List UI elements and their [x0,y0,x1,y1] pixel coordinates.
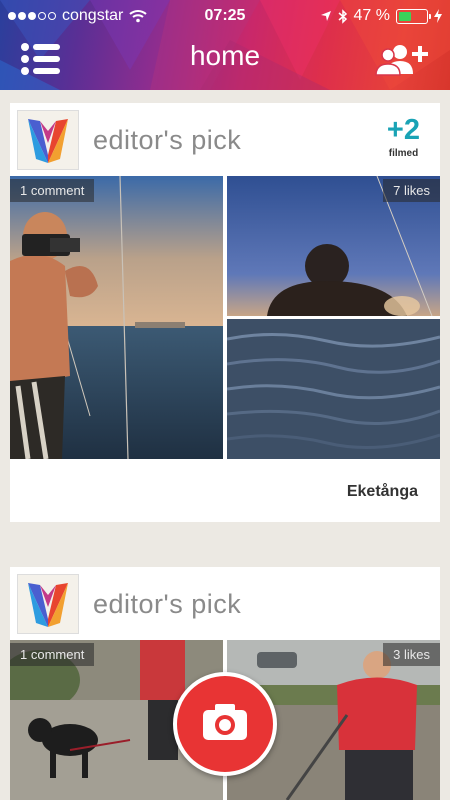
post-header: editor's pick +2 filmed [10,103,440,176]
photo-silhouette[interactable]: 7 likes [227,176,440,316]
battery-percentage: 47 % [353,7,390,24]
location-label[interactable]: Eketånga [347,483,418,501]
nav-bar: home [0,32,450,90]
post-title: editor's pick [93,125,242,155]
comments-badge[interactable]: 1 comment [10,179,95,202]
status-bar: congstar 07:25 47 % [0,0,450,32]
battery-icon [396,8,431,24]
post-footer: Eketånga [10,459,440,522]
comments-badge[interactable]: 1 comment [10,643,95,666]
post-header: editor's pick [10,567,440,640]
v-logo-icon [28,583,68,627]
charging-bolt-icon [434,9,442,23]
photo-image [10,176,223,459]
add-users-icon [375,45,428,76]
filmed-counter[interactable]: +2 filmed [387,115,420,159]
filmed-count: +2 [386,114,420,146]
filmed-label: filmed [388,148,419,159]
header: congstar 07:25 47 % home [0,0,450,90]
post-media[interactable]: 1 comment 7 likes [10,176,440,459]
avatar[interactable] [17,110,79,170]
add-friends-button[interactable] [374,42,428,78]
photo-image [227,319,440,459]
avatar[interactable] [17,574,79,634]
likes-badge[interactable]: 3 likes [383,643,440,666]
camera-icon [203,704,247,740]
post-card[interactable]: editor's pick +2 filmed 1 comment 7 like… [10,103,440,522]
photo-waves[interactable] [227,319,440,459]
v-logo-icon [28,119,68,163]
record-camera-button[interactable] [173,672,277,776]
bluetooth-icon [338,8,347,24]
post-title: editor's pick [93,589,242,619]
location-arrow-icon [320,11,331,21]
home-screen: congstar 07:25 47 % home editor's pick +… [0,0,450,800]
photo-man-filming[interactable]: 1 comment [10,176,223,459]
likes-badge[interactable]: 7 likes [383,179,440,202]
